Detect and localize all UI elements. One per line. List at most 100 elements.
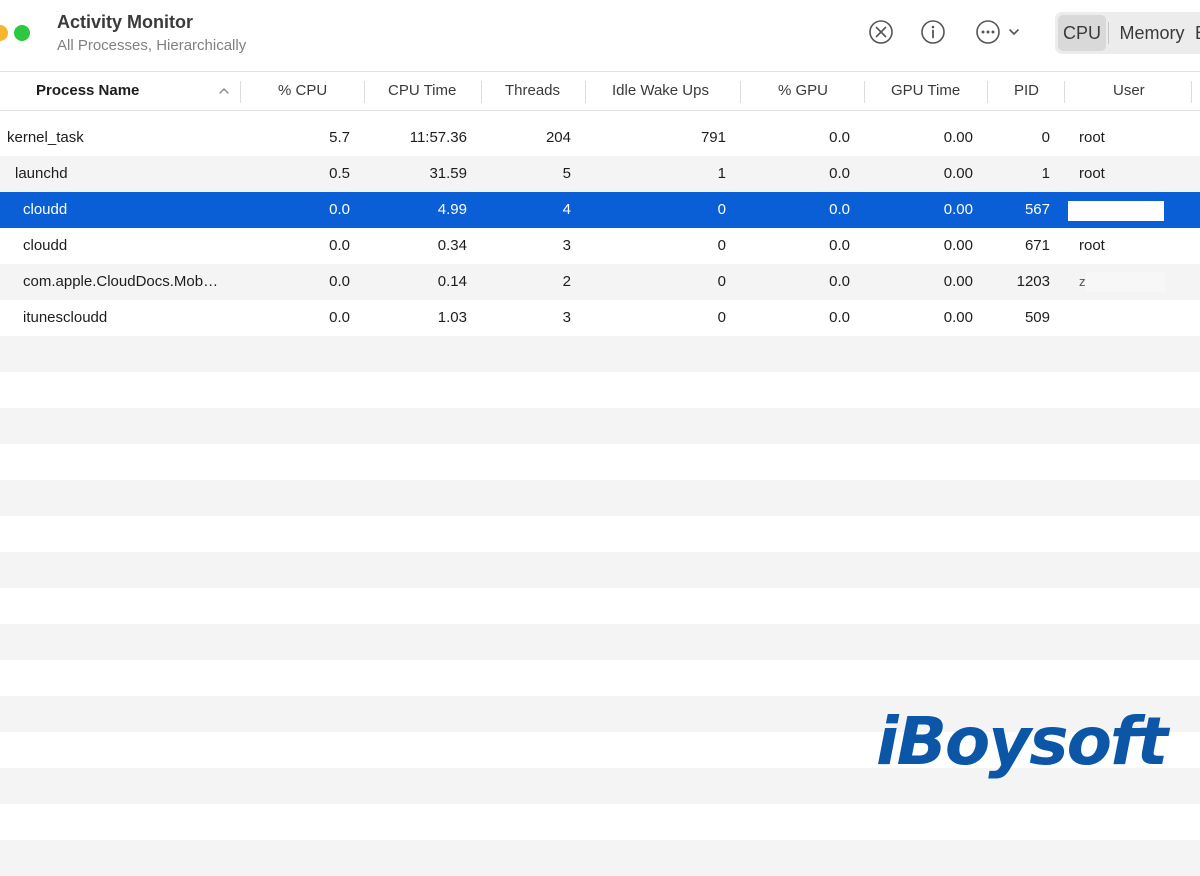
process-name: itunescloudd	[23, 309, 108, 326]
threads: 4	[562, 201, 571, 218]
toolbar: Activity Monitor All Processes, Hierarch…	[0, 0, 1200, 72]
idle-wake-ups: 1	[717, 165, 726, 182]
column-header-cpu-time[interactable]: CPU Time	[388, 72, 456, 110]
tab-energy[interactable]: E	[1195, 12, 1200, 54]
idle-wake-ups: 0	[717, 273, 726, 290]
redacted-user	[1086, 272, 1166, 292]
gpu-percent: 0.0	[829, 129, 850, 146]
window-subtitle: All Processes, Hierarchically	[57, 37, 247, 54]
column-header-threads[interactable]: Threads	[505, 72, 560, 110]
process-name: com.apple.CloudDocs.Mob…	[23, 273, 219, 290]
cpu-time: 4.99	[437, 201, 467, 218]
empty-row	[0, 588, 1200, 624]
gpu-percent: 0.0	[829, 309, 850, 326]
gpu-time: 0.00	[943, 309, 973, 326]
empty-row	[0, 840, 1200, 876]
column-separator[interactable]	[740, 81, 741, 103]
process-name: cloudd	[23, 237, 68, 254]
view-segmented-control: CPU Memory E	[1055, 12, 1200, 54]
info-icon[interactable]	[919, 18, 947, 46]
gpu-time: 0.00	[943, 237, 973, 254]
minimize-button[interactable]	[0, 25, 8, 41]
empty-row	[0, 552, 1200, 588]
process-name: kernel_task	[7, 129, 84, 146]
column-header-process-name[interactable]: Process Name	[36, 72, 139, 110]
cpu-percent: 0.0	[329, 273, 350, 290]
column-separator[interactable]	[585, 81, 586, 103]
gpu-time: 0.00	[943, 201, 973, 218]
empty-row	[0, 516, 1200, 552]
column-separator[interactable]	[864, 81, 865, 103]
threads: 3	[562, 309, 571, 326]
column-header-cpu[interactable]: % CPU	[278, 72, 327, 110]
gpu-percent: 0.0	[829, 237, 850, 254]
cpu-time: 11:57.36	[409, 129, 467, 146]
sort-ascending-icon[interactable]	[217, 84, 231, 98]
tab-memory[interactable]: Memory	[1110, 12, 1194, 54]
pid: 567	[1024, 201, 1050, 218]
table-row[interactable]: com.apple.CloudDocs.Mob… 0.0 0.14 2 0 0.…	[0, 264, 1200, 300]
table-row-selected[interactable]: cloudd 0.0 4.99 4 0 0.0 0.00 567	[0, 192, 1200, 228]
stop-process-icon[interactable]	[867, 18, 895, 46]
table-row[interactable]: launchd 0.5 31.59 5 1 0.0 0.00 1 root	[0, 156, 1200, 192]
cpu-time: 31.59	[429, 165, 467, 182]
threads: 204	[545, 129, 571, 146]
column-header-gpu[interactable]: % GPU	[778, 72, 828, 110]
pid: 1	[1041, 165, 1050, 182]
empty-row	[0, 408, 1200, 444]
user: root	[1079, 129, 1105, 146]
pid: 671	[1024, 237, 1050, 254]
gpu-percent: 0.0	[829, 273, 850, 290]
tab-cpu[interactable]: CPU	[1058, 15, 1106, 51]
user: root	[1079, 237, 1105, 254]
column-separator[interactable]	[987, 81, 988, 103]
user: z	[1079, 274, 1086, 289]
cpu-percent: 0.0	[329, 201, 350, 218]
more-options-icon[interactable]	[974, 18, 1002, 46]
pid: 509	[1024, 309, 1050, 326]
table-header: Process Name % CPU CPU Time Threads Idle…	[0, 72, 1200, 111]
zoom-button[interactable]	[14, 25, 30, 41]
column-separator[interactable]	[481, 81, 482, 103]
table-row[interactable]: itunescloudd 0.0 1.03 3 0 0.0 0.00 509	[0, 300, 1200, 336]
table-row[interactable]: cloudd 0.0 0.34 3 0 0.0 0.00 671 root	[0, 228, 1200, 264]
idle-wake-ups: 0	[717, 237, 726, 254]
redacted-user	[1068, 201, 1164, 221]
threads: 3	[562, 237, 571, 254]
gpu-time: 0.00	[943, 165, 973, 182]
column-header-gpu-time[interactable]: GPU Time	[891, 72, 960, 110]
watermark-text: iBoysoft	[876, 703, 1171, 780]
user: root	[1079, 165, 1105, 182]
column-separator[interactable]	[364, 81, 365, 103]
gpu-time: 0.00	[943, 129, 973, 146]
gpu-percent: 0.0	[829, 165, 850, 182]
empty-row	[0, 444, 1200, 480]
column-header-user[interactable]: User	[1113, 72, 1145, 110]
idle-wake-ups: 791	[700, 129, 726, 146]
table-row[interactable]: kernel_task 5.7 11:57.36 204 791 0.0 0.0…	[0, 120, 1200, 156]
chevron-down-icon[interactable]	[1007, 25, 1021, 39]
column-separator[interactable]	[240, 81, 241, 103]
idle-wake-ups: 0	[717, 309, 726, 326]
gpu-percent: 0.0	[829, 201, 850, 218]
empty-row	[0, 372, 1200, 408]
gpu-time: 0.00	[943, 273, 973, 290]
idle-wake-ups: 0	[717, 201, 726, 218]
column-separator[interactable]	[1191, 81, 1192, 103]
column-header-pid[interactable]: PID	[1014, 72, 1039, 110]
cpu-percent: 0.0	[329, 309, 350, 326]
empty-row	[0, 804, 1200, 840]
pid: 0	[1041, 129, 1050, 146]
column-header-idle-wake-ups[interactable]: Idle Wake Ups	[612, 72, 709, 110]
empty-row	[0, 480, 1200, 516]
pid: 1203	[1016, 273, 1050, 290]
process-name: launchd	[15, 165, 68, 182]
window-title: Activity Monitor	[57, 12, 194, 32]
column-separator[interactable]	[1064, 81, 1065, 103]
cpu-percent: 5.7	[329, 129, 350, 146]
segment-divider	[1108, 22, 1109, 44]
cpu-time: 1.03	[437, 309, 467, 326]
cpu-percent: 0.5	[329, 165, 350, 182]
cpu-time: 0.34	[437, 237, 467, 254]
cpu-time: 0.14	[437, 273, 467, 290]
